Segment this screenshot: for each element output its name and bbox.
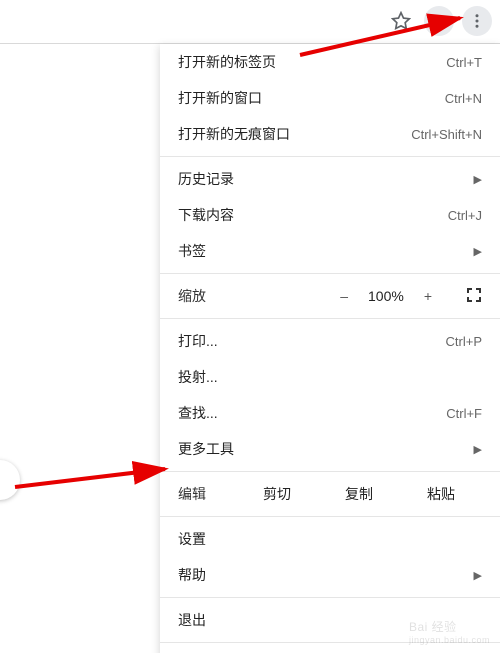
edit-label: 编辑: [178, 484, 206, 504]
cut-button[interactable]: 剪切: [236, 484, 318, 504]
paste-button[interactable]: 粘贴: [400, 484, 482, 504]
menu-item-label: 打印...: [178, 331, 218, 351]
menu-item-shortcut: Ctrl+N: [445, 91, 482, 106]
menu-separator: [160, 471, 500, 472]
menu-item-label: 下载内容: [178, 205, 234, 225]
menu-help[interactable]: 帮助 ▶: [160, 557, 500, 593]
menu-item-label: 更多工具: [178, 439, 234, 459]
menu-print[interactable]: 打印... Ctrl+P: [160, 323, 500, 359]
menu-separator: [160, 156, 500, 157]
menu-item-shortcut: Ctrl+P: [446, 334, 482, 349]
menu-downloads[interactable]: 下载内容 Ctrl+J: [160, 197, 500, 233]
menu-item-label: 历史记录: [178, 169, 234, 189]
zoom-out-button[interactable]: –: [334, 288, 354, 304]
menu-find[interactable]: 查找... Ctrl+F: [160, 395, 500, 431]
menu-separator: [160, 273, 500, 274]
menu-separator: [160, 516, 500, 517]
menu-more-tools[interactable]: 更多工具 ▶: [160, 431, 500, 467]
more-icon[interactable]: [462, 6, 492, 36]
profile-icon[interactable]: [424, 6, 454, 36]
menu-zoom: 缩放 – 100% +: [160, 278, 500, 314]
menu-item-label: 打开新的窗口: [178, 88, 262, 108]
browser-toolbar: [0, 0, 500, 44]
menu-cast[interactable]: 投射...: [160, 359, 500, 395]
menu-new-tab[interactable]: 打开新的标签页 Ctrl+T: [160, 44, 500, 80]
menu-new-window[interactable]: 打开新的窗口 Ctrl+N: [160, 80, 500, 116]
menu-item-label: 退出: [178, 610, 206, 630]
menu-new-incognito[interactable]: 打开新的无痕窗口 Ctrl+Shift+N: [160, 116, 500, 152]
menu-item-label: 打开新的无痕窗口: [178, 124, 290, 144]
zoom-in-button[interactable]: +: [418, 288, 438, 304]
menu-bookmarks[interactable]: 书签 ▶: [160, 233, 500, 269]
menu-settings[interactable]: 设置: [160, 521, 500, 557]
menu-item-shortcut: Ctrl+F: [446, 406, 482, 421]
menu-item-label: 查找...: [178, 403, 218, 423]
menu-managed[interactable]: 由贵单位管理: [160, 647, 500, 653]
zoom-percent: 100%: [368, 288, 404, 304]
watermark: Bai 经验 jingyan.baidu.com: [409, 618, 490, 645]
menu-item-label: 打开新的标签页: [178, 52, 276, 72]
menu-item-label: 投射...: [178, 367, 218, 387]
submenu-arrow-icon: ▶: [474, 569, 482, 582]
menu-item-label: 书签: [178, 241, 206, 261]
menu-item-label: 设置: [178, 529, 206, 549]
menu-item-shortcut: Ctrl+J: [448, 208, 482, 223]
menu-separator: [160, 318, 500, 319]
submenu-arrow-icon: ▶: [474, 443, 482, 456]
zoom-label: 缩放: [178, 286, 206, 306]
menu-item-label: 帮助: [178, 565, 206, 585]
star-icon[interactable]: [386, 6, 416, 36]
browser-main-menu: 打开新的标签页 Ctrl+T 打开新的窗口 Ctrl+N 打开新的无痕窗口 Ct…: [160, 44, 500, 653]
menu-edit: 编辑 剪切 复制 粘贴: [160, 476, 500, 512]
menu-history[interactable]: 历史记录 ▶: [160, 161, 500, 197]
menu-item-shortcut: Ctrl+Shift+N: [411, 127, 482, 142]
menu-separator: [160, 597, 500, 598]
submenu-arrow-icon: ▶: [474, 245, 482, 258]
fullscreen-icon[interactable]: [466, 287, 482, 306]
copy-button[interactable]: 复制: [318, 484, 400, 504]
menu-item-shortcut: Ctrl+T: [446, 55, 482, 70]
submenu-arrow-icon: ▶: [474, 173, 482, 186]
